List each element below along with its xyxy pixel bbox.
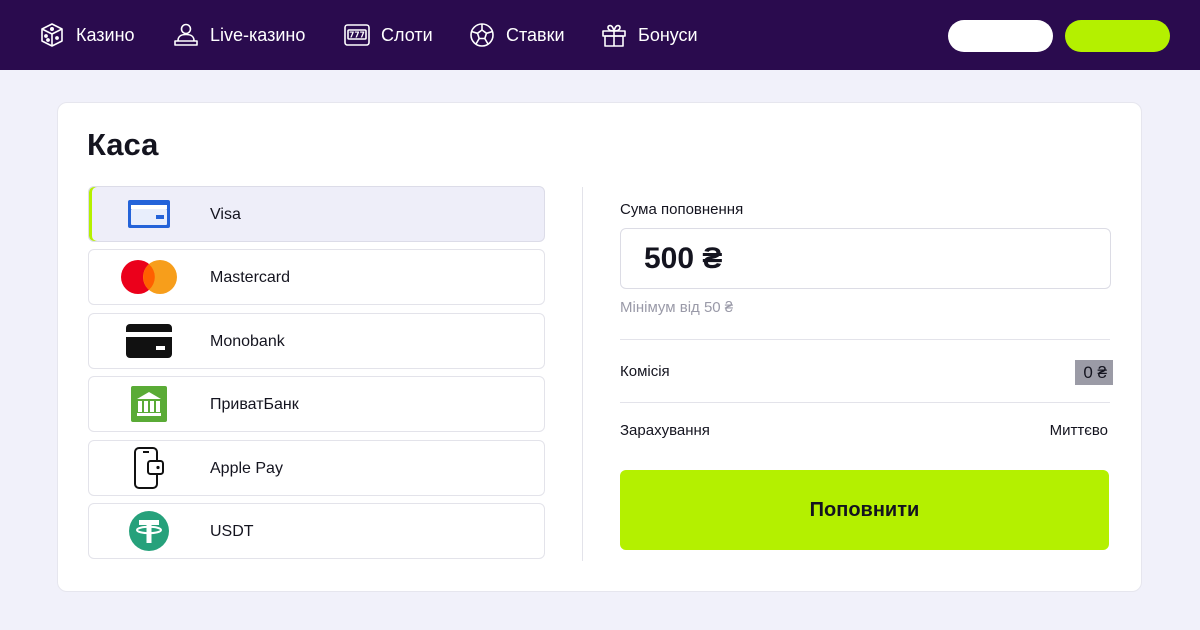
slot-machine-icon: 777: [343, 21, 371, 49]
top-up-button[interactable]: Поповнити: [620, 470, 1109, 550]
payment-method-mastercard[interactable]: Mastercard: [88, 249, 545, 305]
nav-label: Ставки: [506, 24, 565, 45]
method-label: Mastercard: [210, 269, 291, 286]
nav-label: Казино: [76, 24, 135, 45]
nav-item-casino[interactable]: Казино: [38, 0, 135, 70]
top-navigation-bar: Казино Live-казино 777 Слоти Ставки Бону…: [0, 0, 1200, 70]
dealer-icon: [172, 21, 200, 49]
amount-hint: Мінімум від 50 ₴: [620, 299, 734, 316]
bank-icon: [117, 382, 181, 426]
card-icon: [117, 192, 181, 236]
method-label: Visa: [210, 206, 241, 223]
payment-method-visa[interactable]: Visa: [88, 186, 545, 242]
amount-label: Сума поповнення: [620, 201, 744, 218]
payment-method-usdt[interactable]: USDT: [88, 503, 545, 559]
ball-icon: [468, 21, 496, 49]
register-button[interactable]: [1065, 20, 1170, 52]
tether-icon: [117, 509, 181, 553]
fee-label: Комісія: [620, 363, 670, 380]
nav-item-live-casino[interactable]: Live-казино: [172, 0, 305, 70]
cashier-panel: Каса Visa Mastercard Monobank ПриватБанк…: [57, 102, 1142, 592]
svg-text:777: 777: [349, 31, 365, 40]
credit-value: Миттєво: [1049, 422, 1108, 439]
nav-label: Live-казино: [210, 24, 306, 45]
dice-icon: [38, 21, 66, 49]
payment-method-privatbank[interactable]: ПриватБанк: [88, 376, 545, 432]
method-label: ПриватБанк: [210, 396, 299, 413]
method-label: Monobank: [210, 333, 285, 350]
login-button[interactable]: [948, 20, 1053, 52]
credit-label: Зарахування: [620, 422, 710, 439]
amount-input[interactable]: 500 ₴: [620, 228, 1111, 289]
nav-label: Слоти: [381, 24, 433, 45]
column-divider: [582, 187, 583, 561]
fee-value: 0 ₴: [1075, 360, 1113, 385]
divider: [620, 402, 1110, 403]
phone-wallet-icon: [117, 446, 181, 490]
method-label: Apple Pay: [210, 460, 283, 477]
nav-item-bets[interactable]: Ставки: [468, 0, 565, 70]
nav-item-slots[interactable]: 777 Слоти: [343, 0, 433, 70]
method-label: USDT: [210, 523, 254, 540]
nav-item-bonuses[interactable]: Бонуси: [600, 0, 698, 70]
gift-icon: [600, 21, 628, 49]
mastercard-icon: [117, 255, 181, 299]
payment-method-apple-pay[interactable]: Apple Pay: [88, 440, 545, 496]
divider: [620, 339, 1110, 340]
payment-method-monobank[interactable]: Monobank: [88, 313, 545, 369]
card-icon: [117, 319, 181, 363]
page-title: Каса: [87, 127, 159, 162]
nav-label: Бонуси: [638, 24, 698, 45]
